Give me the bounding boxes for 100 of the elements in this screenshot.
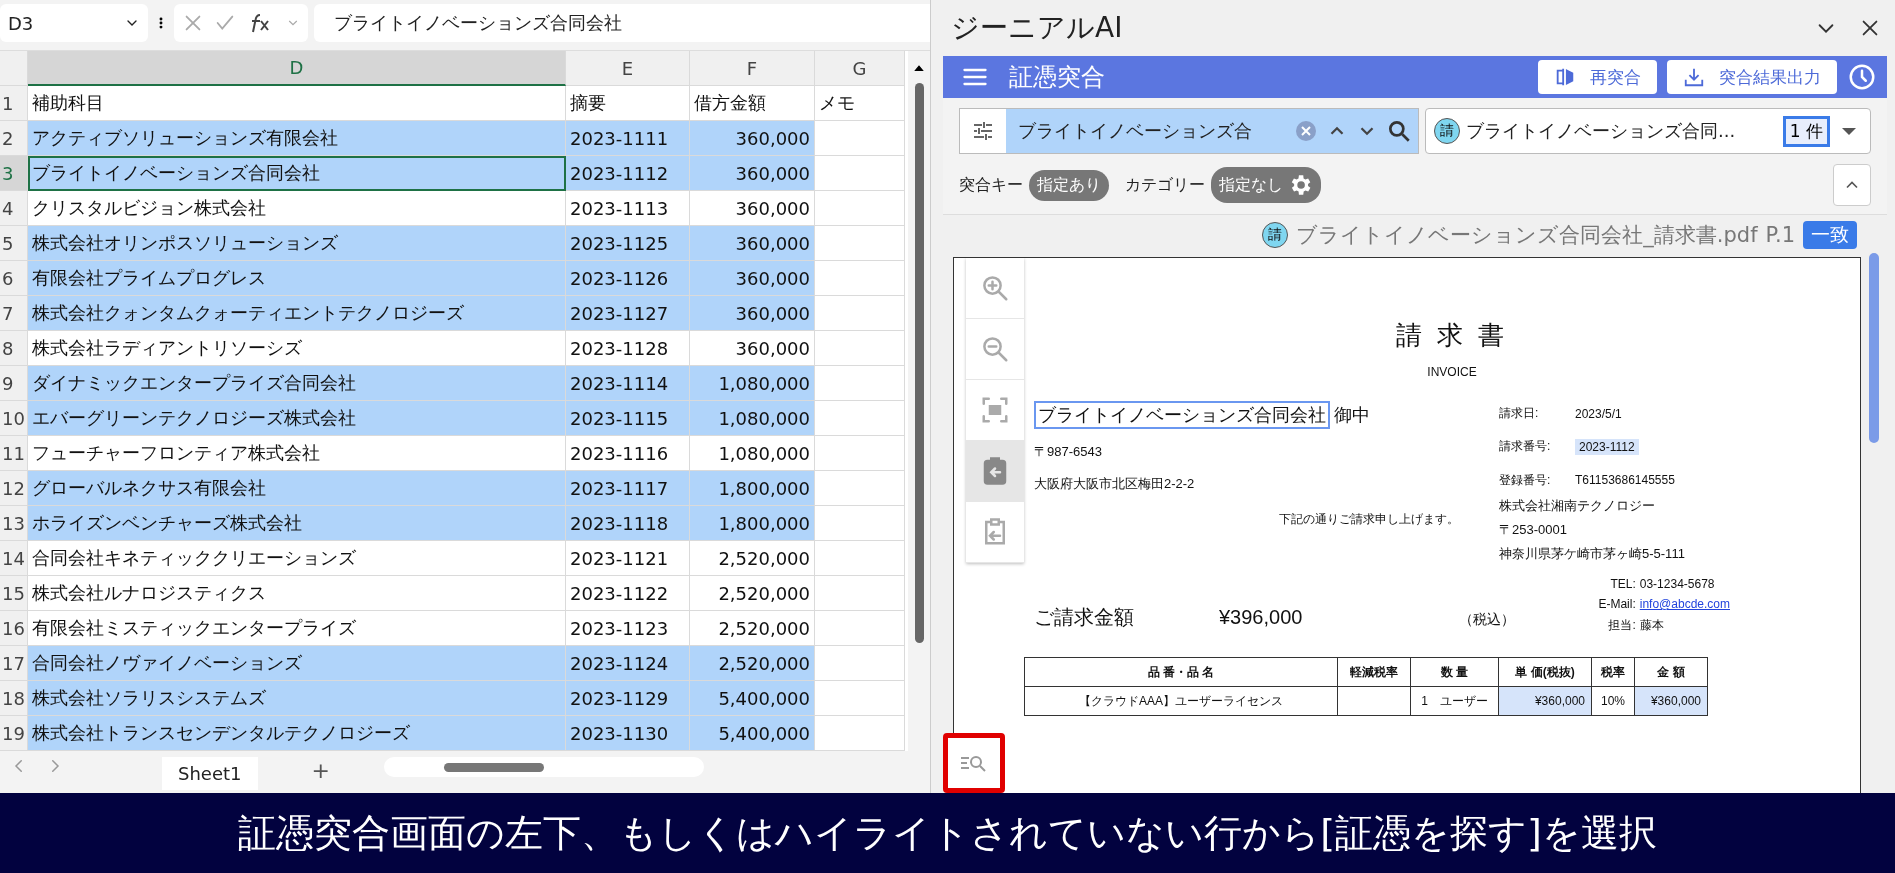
document-type-badge: 請 xyxy=(1262,222,1289,248)
table-cell: 360,000 xyxy=(690,226,815,261)
viewer-tool-button[interactable] xyxy=(966,258,1024,319)
viewer-tool-button[interactable] xyxy=(966,502,1024,563)
column-header: 軽減税率 xyxy=(1337,657,1411,687)
table-cell: 2023-1126 xyxy=(566,261,690,296)
viewer-tool-button[interactable] xyxy=(966,319,1024,380)
invoice-subtitle: INVOICE xyxy=(1426,365,1478,379)
contact-label: TEL: xyxy=(1609,577,1637,591)
collapse-button[interactable] xyxy=(1833,164,1871,206)
row-header[interactable]: 15 xyxy=(0,576,28,611)
row-header[interactable]: 18 xyxy=(0,681,28,716)
table-cell: 2,520,000 xyxy=(690,576,815,611)
filter-label: 突合キー xyxy=(959,174,1023,196)
match-count: 1 件 xyxy=(1782,115,1830,147)
table-cell: 2023-1117 xyxy=(566,471,690,506)
table-cell: 2023-1115 xyxy=(566,401,690,436)
column-header[interactable]: F xyxy=(690,51,815,86)
table-cell: 10% xyxy=(1591,686,1635,716)
table-cell: 【クラウドAAA】ユーザーライセンス xyxy=(1024,686,1338,716)
caret-icon xyxy=(1842,127,1856,135)
table-cell: ブライトイノベーションズ合同会社 xyxy=(28,156,566,191)
table-cell: 1,800,000 xyxy=(690,471,815,506)
column-header: 品 番・品 名 xyxy=(1024,657,1338,687)
amount-label: ご請求金額 xyxy=(1034,605,1135,630)
match-status: 一致 xyxy=(1803,221,1857,249)
document-name: ブライトイノベーションズ合同... xyxy=(1466,119,1737,143)
viewer-tool-button[interactable] xyxy=(966,380,1024,441)
scroll-thumb[interactable] xyxy=(1869,253,1879,443)
table-cell: ¥360,000 xyxy=(1498,686,1592,716)
table-cell: 1,080,000 xyxy=(690,401,815,436)
table-cell: 2,520,000 xyxy=(690,646,815,681)
row-header[interactable]: 13 xyxy=(0,506,28,541)
document-dropdown[interactable]: 請 ブライトイノベーションズ合同... 1 件 xyxy=(1425,108,1871,154)
row-header[interactable]: 19 xyxy=(0,716,28,751)
column-header[interactable]: E xyxy=(566,51,690,86)
row-header[interactable]: 2 xyxy=(0,121,28,156)
contact-value: 03-1234-5678 xyxy=(1639,577,1716,591)
row-header[interactable]: 9 xyxy=(0,366,28,401)
table-cell: ダイナミックエンタープライズ合同会社 xyxy=(28,366,566,401)
row-header[interactable]: 7 xyxy=(0,296,28,331)
table-cell: 2023-1130 xyxy=(566,716,690,751)
panel-title: ジーニアルAI xyxy=(951,10,1124,46)
find-document-button[interactable] xyxy=(943,733,1005,793)
contact-value: 藤本 xyxy=(1639,617,1665,634)
postal-code: 〒987-6543 xyxy=(1034,443,1103,461)
scroll-thumb[interactable] xyxy=(914,83,924,643)
row-header[interactable]: 1 xyxy=(0,86,28,121)
zoom-out-icon[interactable] xyxy=(980,334,1010,364)
add-sheet-button[interactable]: + xyxy=(305,757,336,784)
row-header[interactable]: 5 xyxy=(0,226,28,261)
rematch-button[interactable]: 再突合 xyxy=(1538,60,1657,94)
column-header: 単 価(税抜) xyxy=(1498,657,1592,687)
table-cell: 2023-1127 xyxy=(566,296,690,331)
table-cell: 1 ユーザー xyxy=(1410,686,1499,716)
table-cell: 2,520,000 xyxy=(690,541,815,576)
amount-value: ¥396,000 xyxy=(1219,606,1304,629)
horizontal-scrollbar[interactable] xyxy=(383,757,704,777)
download-icon xyxy=(1683,66,1705,88)
zoom-in-icon[interactable] xyxy=(980,273,1010,303)
row-header[interactable]: 10 xyxy=(0,401,28,436)
table-cell: 合同会社ノヴァイノベーションズ xyxy=(28,646,566,681)
fit-screen-icon[interactable] xyxy=(980,395,1010,425)
meta-label: 請求日: xyxy=(1499,405,1540,423)
table-cell: 2023-1118 xyxy=(566,506,690,541)
name-box[interactable]: D3 xyxy=(0,4,148,42)
table-cell: 株式会社ソラリスシステムズ xyxy=(28,681,566,716)
row-header[interactable]: 4 xyxy=(0,191,28,226)
table-cell: 1,800,000 xyxy=(690,506,815,541)
table-cell: 株式会社トランスセンデンタルテクノロジーズ xyxy=(28,716,566,751)
export-button[interactable]: 突合結果出力 xyxy=(1667,60,1837,94)
formula-field[interactable]: ブライトイノベーションズ合同会社 xyxy=(314,4,930,42)
row-header[interactable]: 3 xyxy=(0,156,28,191)
row-header[interactable]: 17 xyxy=(0,646,28,681)
row-header[interactable]: 16 xyxy=(0,611,28,646)
sheet-tab[interactable]: Sheet1 xyxy=(162,757,258,790)
column-header: 金 額 xyxy=(1634,657,1708,687)
column-header: 税率 xyxy=(1591,657,1635,687)
table-cell: 360,000 xyxy=(690,156,815,191)
filter-chip[interactable]: 指定なし xyxy=(1211,167,1321,203)
column-header[interactable]: D xyxy=(28,51,566,86)
address: 大阪府大阪市北区梅田2-2-2 xyxy=(1034,475,1196,493)
row-header[interactable]: 12 xyxy=(0,471,28,506)
row-header[interactable]: 8 xyxy=(0,331,28,366)
table-cell: 2023-1122 xyxy=(566,576,690,611)
issuer-line: 神奈川県茅ケ崎市茅ヶ崎5-5-111 xyxy=(1499,545,1685,563)
row-header[interactable]: 11 xyxy=(0,436,28,471)
filter-chip[interactable]: 指定あり xyxy=(1029,169,1109,201)
history-icon[interactable] xyxy=(1847,62,1877,92)
table-cell: 2023-1124 xyxy=(566,646,690,681)
column-header[interactable]: G xyxy=(815,51,905,86)
split-icon xyxy=(1554,66,1576,88)
viewer-tool-button[interactable] xyxy=(966,441,1024,502)
email-link[interactable]: info@abcde.com xyxy=(1639,597,1730,611)
table-cell: 2023-1129 xyxy=(566,681,690,716)
meta-value: T61153686145555 xyxy=(1575,473,1675,488)
table-cell: エバーグリーンテクノロジーズ株式会社 xyxy=(28,401,566,436)
row-header[interactable]: 14 xyxy=(0,541,28,576)
row-header[interactable]: 6 xyxy=(0,261,28,296)
filter-label: カテゴリー xyxy=(1125,174,1205,196)
